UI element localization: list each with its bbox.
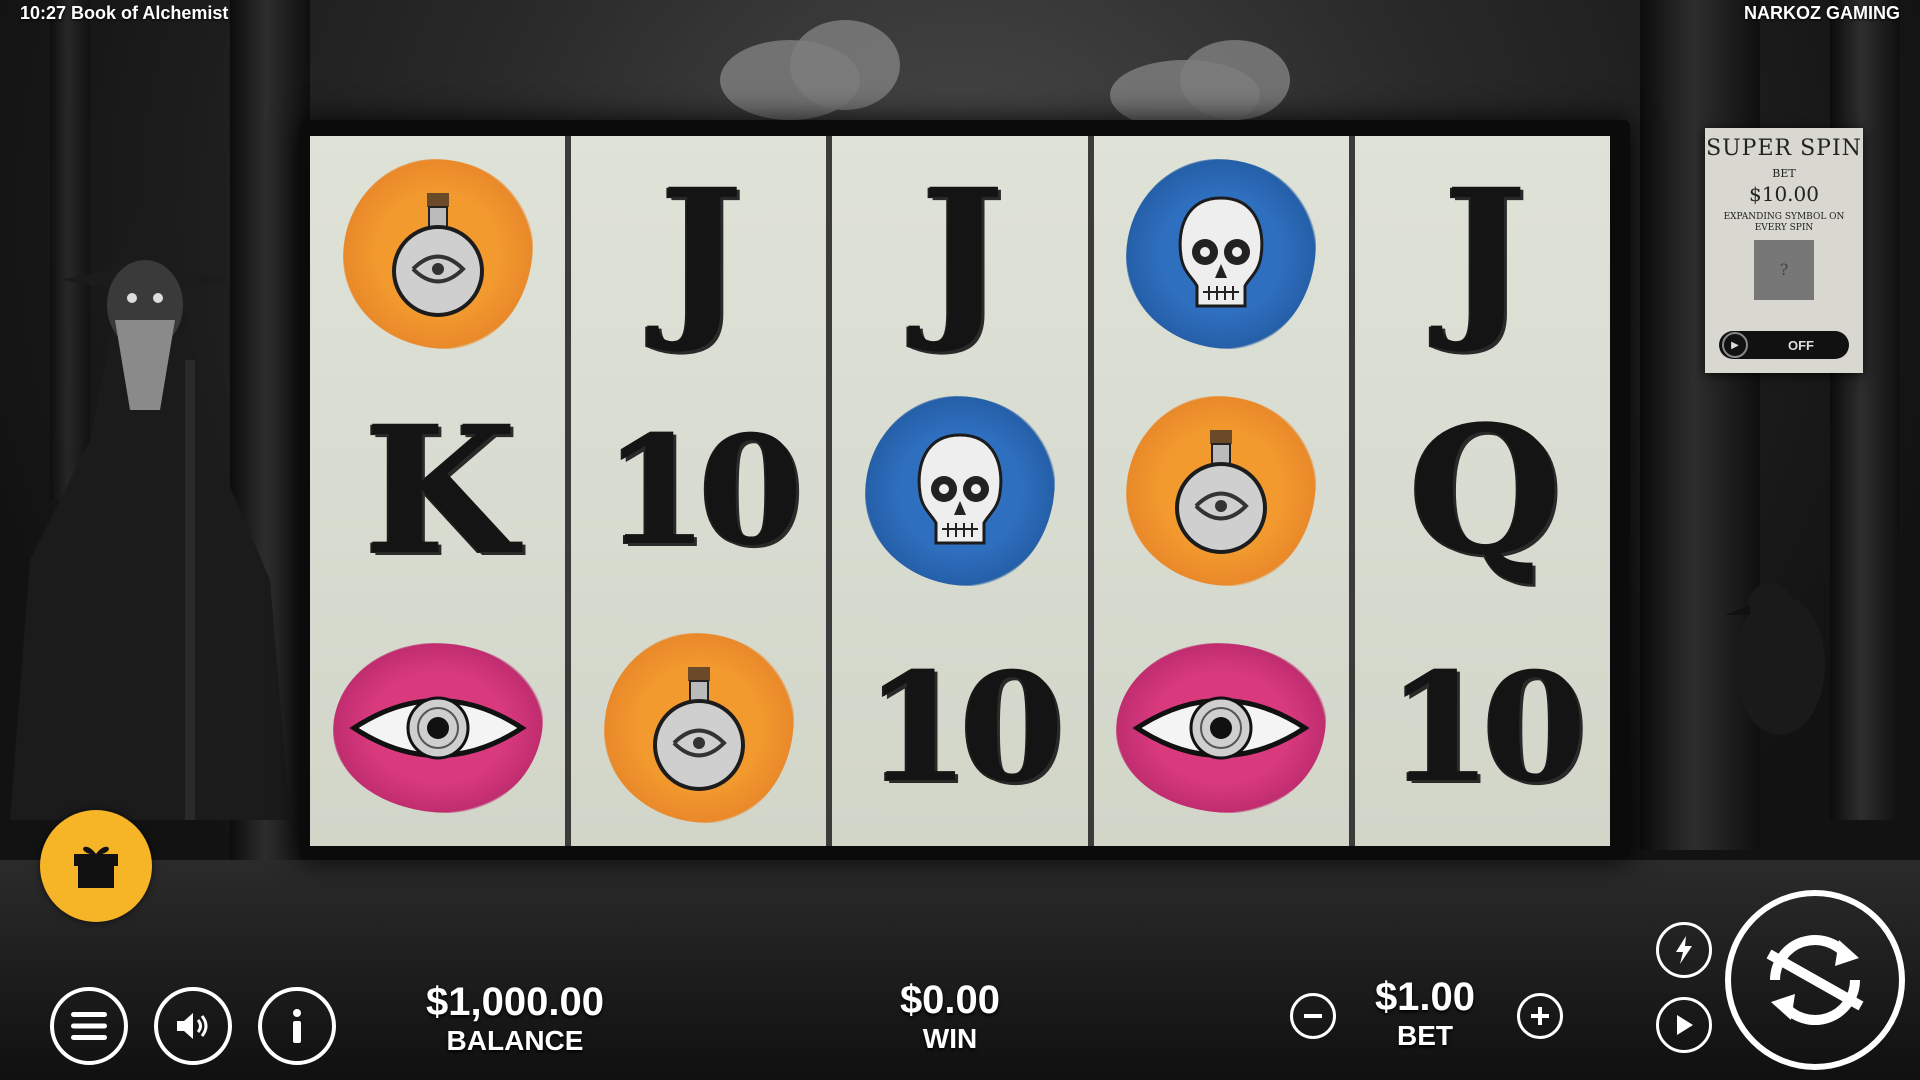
super-spin-bet-value: $10.00 <box>1749 182 1819 206</box>
gift-icon <box>74 846 118 888</box>
letter-symbol: K <box>310 373 565 610</box>
reel-4 <box>1093 136 1355 846</box>
tree-trunk <box>1830 0 1900 820</box>
bet-label: BET <box>1397 1020 1453 1051</box>
increase-bet-button[interactable] <box>1517 993 1563 1039</box>
letter-symbol: J <box>571 136 826 373</box>
menu-icon <box>71 1012 107 1040</box>
sound-button[interactable] <box>154 987 232 1065</box>
symbol-text: J <box>1443 150 1527 358</box>
win-label: WIN <box>922 1023 978 1054</box>
eye-icon <box>1132 696 1310 760</box>
win-display: $0.00 WIN <box>880 978 1020 1055</box>
raven-figure <box>1725 583 1825 735</box>
balance-display: $1,000.00 BALANCE <box>410 980 620 1057</box>
potion-icon <box>1175 430 1268 554</box>
play-icon <box>1677 1015 1693 1035</box>
symbol-text: J <box>921 150 1004 358</box>
clock-and-title: 10:27 Book of Alchemist <box>20 3 229 23</box>
skull-symbol <box>832 373 1087 610</box>
decrease-bet-button[interactable] <box>1290 993 1336 1039</box>
super-spin-toggle-label: OFF <box>1788 337 1814 353</box>
letter-symbol: Q <box>1355 373 1610 610</box>
potion-icon <box>391 193 484 318</box>
info-button[interactable] <box>258 987 336 1065</box>
skull-icon <box>917 433 1003 545</box>
potion-symbol <box>1094 373 1349 610</box>
symbol-text: 10 <box>604 403 803 579</box>
minus-icon <box>1304 1014 1322 1018</box>
letter-symbol: 10 <box>1355 609 1610 846</box>
potion-symbol <box>310 136 565 373</box>
spin-arrows-icon <box>1766 935 1864 1025</box>
symbol-text: 10 <box>1388 639 1587 816</box>
eye-icon <box>349 696 527 760</box>
letter-symbol: J <box>1355 136 1610 373</box>
cloud <box>1180 40 1290 120</box>
turbo-button[interactable] <box>1656 922 1712 978</box>
wizard-figure <box>10 180 290 820</box>
spin-button[interactable] <box>1725 890 1905 1070</box>
letter-symbol: 10 <box>571 373 826 610</box>
reel-2: J 10 <box>571 136 833 846</box>
eye-symbol <box>1094 609 1349 846</box>
potion-icon <box>652 666 745 791</box>
letter-symbol: J <box>832 136 1087 373</box>
cloud <box>790 20 900 110</box>
gift-button[interactable] <box>40 810 152 922</box>
reel-1: K <box>310 136 572 846</box>
skull-icon <box>1178 196 1264 308</box>
symbol-text: 10 <box>865 639 1065 816</box>
lightning-icon <box>1676 936 1692 964</box>
plus-icon <box>1531 1007 1549 1025</box>
super-spin-bet-label: BET <box>1772 167 1796 180</box>
info-icon <box>293 1009 301 1043</box>
letter-symbol: 10 <box>832 609 1087 846</box>
eye-symbol <box>310 609 565 846</box>
provider-name: NARKOZ GAMING <box>1744 3 1900 23</box>
bet-value: $1.00 <box>1374 975 1476 1019</box>
potion-symbol <box>571 609 826 846</box>
symbol-text: J <box>660 150 743 358</box>
super-spin-panel: SUPER SPIN BET $10.00 EXPANDING SYMBOL O… <box>1705 128 1863 373</box>
reel-frame: K J 10 J 10 J Q 10 <box>300 120 1630 860</box>
symbol-text: Q <box>1408 387 1562 594</box>
super-spin-toggle[interactable]: ▶ OFF <box>1719 331 1849 359</box>
symbol-text: K <box>364 387 517 594</box>
reel-5: J Q 10 <box>1354 136 1611 846</box>
balance-label: BALANCE <box>446 1025 584 1056</box>
autoplay-button[interactable] <box>1656 997 1712 1053</box>
reels: K J 10 J 10 J Q 10 <box>310 136 1611 846</box>
bet-display: $1.00 BET <box>1350 975 1500 1052</box>
skull-symbol <box>1094 136 1349 373</box>
win-value: $0.00 <box>899 978 1001 1022</box>
balance-value: $1,000.00 <box>426 980 604 1024</box>
speaker-icon <box>177 1013 208 1039</box>
menu-button[interactable] <box>50 987 128 1065</box>
super-spin-title: SUPER SPIN <box>1706 136 1862 161</box>
mystery-symbol: ? <box>1754 239 1814 300</box>
super-spin-description: EXPANDING SYMBOL ON EVERY SPIN <box>1723 212 1845 233</box>
play-icon: ▶ <box>1722 332 1748 358</box>
reel-3: J 10 <box>832 136 1094 846</box>
